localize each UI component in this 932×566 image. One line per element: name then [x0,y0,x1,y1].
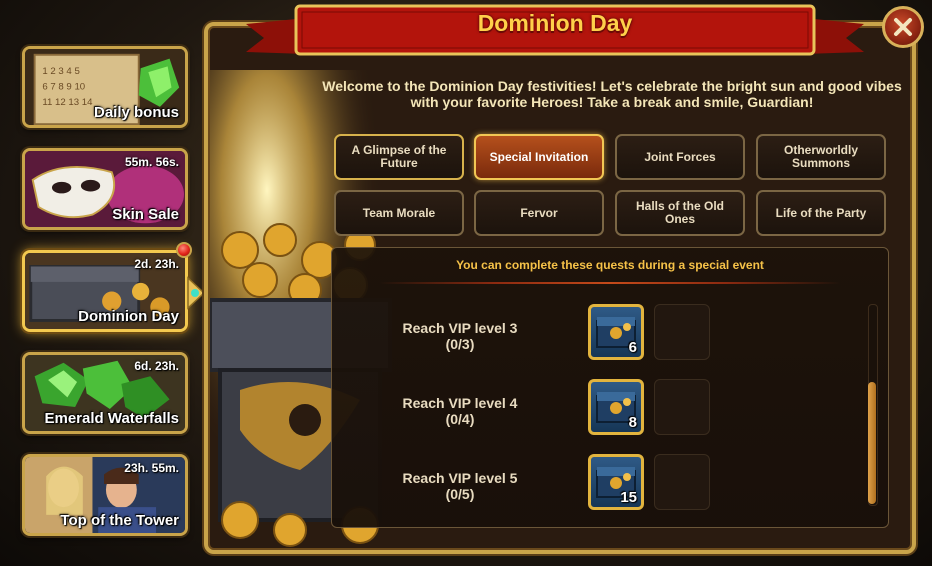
scrollbar-thumb[interactable] [868,382,876,504]
quest-name: Reach VIP level 4 [402,395,518,411]
tab-life-of-the-party[interactable]: Life of the Party [756,190,886,236]
sidebar-event-label: Top of the Tower [60,512,179,529]
tab-otherworldly-summons[interactable]: Otherworldly Summons [756,134,886,180]
sidebar-event-timer: 23h. 55m. [124,461,179,475]
sidebar-event-timer: 6d. 23h. [134,359,179,373]
sidebar-event-timer: 2d. 23h. [134,257,179,271]
sidebar-event-daily-bonus[interactable]: 1 2 3 4 5 6 7 8 9 10 11 12 13 14 Daily b… [22,46,188,128]
reward-count: 6 [628,339,637,356]
empty-reward-slot [654,379,710,435]
svg-text:11 12 13 14: 11 12 13 14 [42,97,93,108]
quest-name: Reach VIP level 5 [402,470,518,486]
sidebar-event-label: Daily bonus [93,104,179,121]
quest-item: Reach VIP level 4 (0/4) [380,395,540,427]
tab-a-glimpse-of-the-future[interactable]: A Glimpse of the Future [334,134,464,180]
quest-progress: (0/3) [445,336,475,352]
sidebar-event-label: Dominion Day [78,308,179,325]
close-button[interactable] [882,6,924,48]
tab-joint-forces[interactable]: Joint Forces [615,134,745,180]
quest-list-header: You can complete these quests during a s… [456,258,764,272]
empty-reward-slot [654,304,710,360]
notification-dot [176,242,192,258]
sidebar-event-dominion-day[interactable]: 2d. 23h. Dominion Day [22,250,188,332]
quest-name: Reach VIP level 3 [402,320,518,336]
divider [380,282,840,284]
reward-slot[interactable]: 6 [588,304,644,360]
reward-slot[interactable]: 8 [588,379,644,435]
quest-progress: (0/4) [445,411,475,427]
sidebar-event-timer: 55m. 56s. [124,155,179,169]
empty-reward-slot [654,454,710,510]
close-icon [894,18,912,36]
sidebar-event-label: Emerald Waterfalls [44,410,180,427]
sidebar-event-label: Skin Sale [112,206,179,223]
reward-count: 15 [620,489,637,506]
tab-special-invitation[interactable]: Special Invitation [474,134,604,180]
reward-count: 8 [628,414,637,431]
tab-fervor[interactable]: Fervor [474,190,604,236]
svg-text:1 2 3 4 5: 1 2 3 4 5 [42,66,79,77]
svg-text:6 7 8 9 10: 6 7 8 9 10 [42,81,85,92]
sidebar-event-top-of-the-tower[interactable]: 23h. 55m. Top of the Tower [22,454,188,536]
welcome-text: Welcome to the Dominion Day festivities!… [322,78,902,110]
selection-arrow-icon [187,276,206,310]
quest-item: Reach VIP level 5 (0/5) [380,470,540,502]
tab-team-morale[interactable]: Team Morale [334,190,464,236]
sidebar-event-skin-sale[interactable]: 55m. 56s. Skin Sale [22,148,188,230]
tab-halls-of-the-old-ones[interactable]: Halls of the Old Ones [615,190,745,236]
sidebar-event-emerald-waterfalls[interactable]: 6d. 23h. Emerald Waterfalls [22,352,188,434]
quest-progress: (0/5) [445,486,475,502]
quest-item: Reach VIP level 3 (0/3) [380,320,540,352]
reward-slot[interactable]: 15 [588,454,644,510]
page-title: Dominion Day [477,10,633,36]
